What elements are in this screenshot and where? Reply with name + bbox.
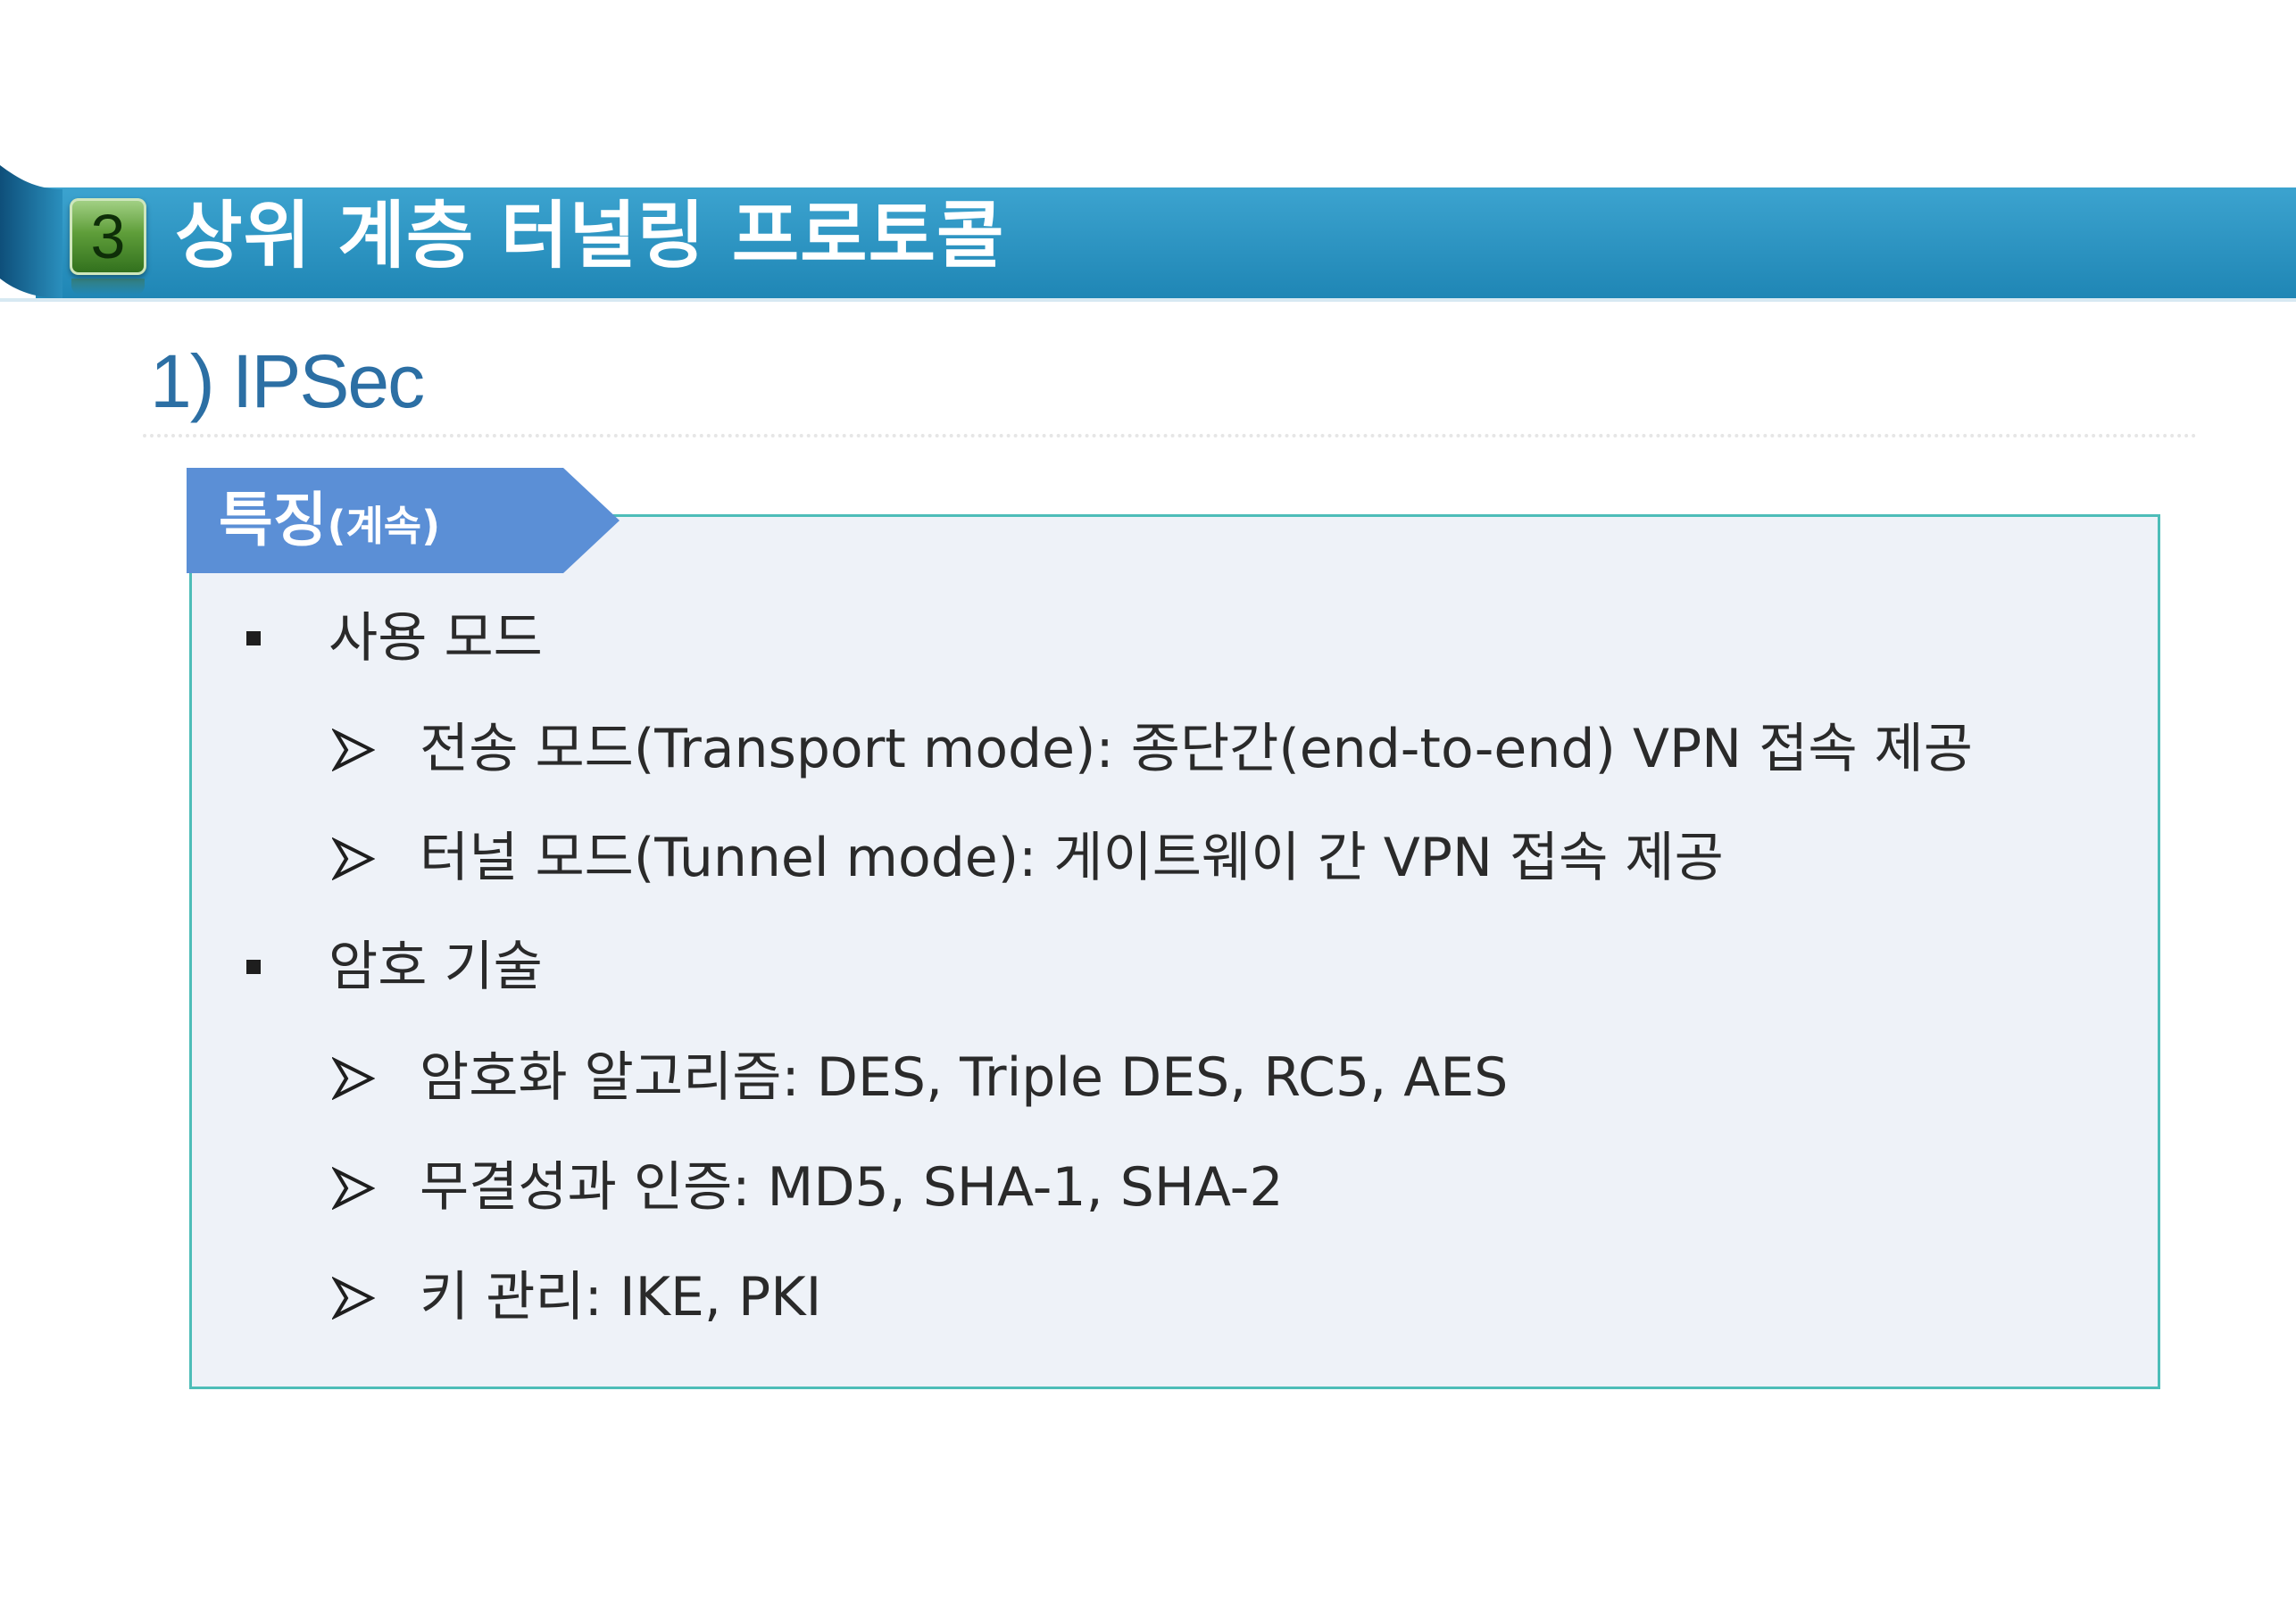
arrowhead-bullet-icon — [332, 1277, 375, 1320]
tab-label: 특징 — [219, 486, 328, 554]
section-heading: 1) IPSec — [150, 339, 425, 423]
tab-text: 특징(계속) — [219, 468, 440, 573]
badge-reflection — [71, 279, 145, 295]
arrowhead-bullet-icon — [332, 837, 375, 880]
sub-item-integrity-auth: 무결성과 인증: MD5, SHA-1, SHA-2 — [420, 1156, 1284, 1219]
slide-title: 상위 계층 터널링 프로토콜 — [175, 194, 1005, 279]
bullet-item-usage-mode: 사용 모드 — [329, 607, 543, 670]
sub-item-encryption-algorithms: 암호화 알고리즘: DES, Triple DES, RC5, AES — [420, 1046, 1509, 1109]
square-bullet-icon — [246, 631, 261, 645]
section-number-badge: 3 — [70, 198, 146, 275]
arrowhead-bullet-icon — [332, 1167, 375, 1210]
title-banner: 3 상위 계층 터널링 프로토콜 — [0, 0, 2296, 321]
arrowhead-bullet-icon — [332, 729, 375, 771]
heading-divider — [143, 434, 2198, 437]
sub-item-tunnel-mode: 터널 모드(Tunnel mode): 게이트웨이 간 VPN 접속 제공 — [420, 827, 1724, 889]
tab-suffix: (계속) — [327, 502, 441, 550]
bullet-item-crypto: 암호 기술 — [329, 936, 543, 998]
sub-item-key-management: 키 관리: IKE, PKI — [420, 1266, 822, 1328]
square-bullet-icon — [246, 960, 261, 974]
sub-item-transport-mode: 전송 모드(Transport mode): 종단간(end-to-end) V… — [420, 718, 1973, 780]
features-tab: 특징(계속) — [187, 468, 620, 573]
arrowhead-bullet-icon — [332, 1057, 375, 1100]
